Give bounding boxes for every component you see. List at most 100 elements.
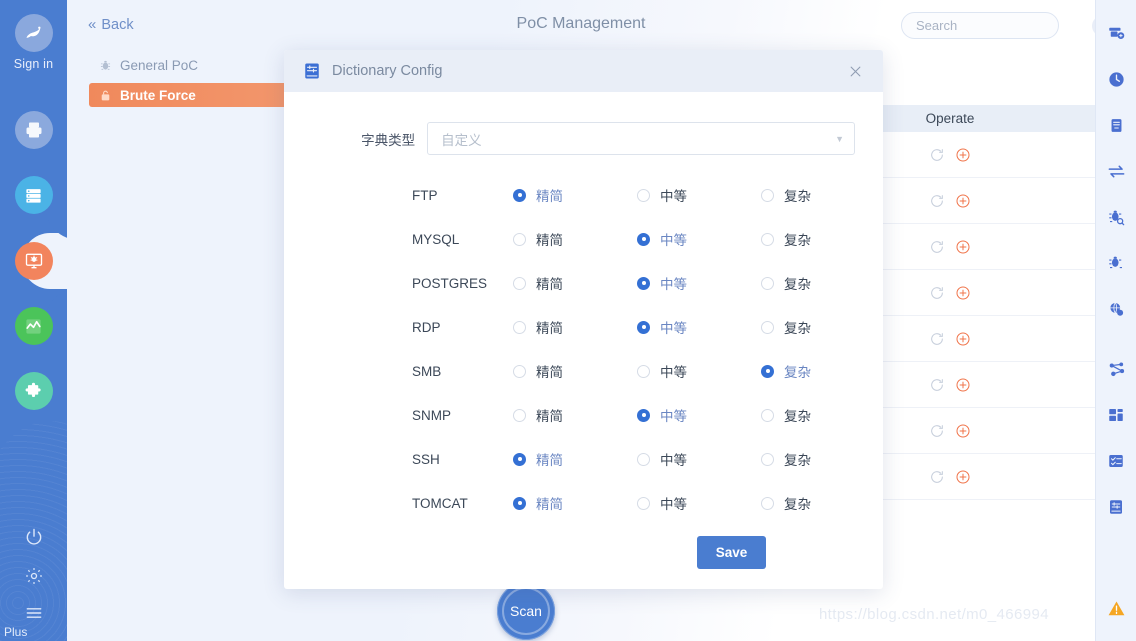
radio-mysql-1[interactable]: 中等 bbox=[637, 229, 761, 249]
radio-snmp-1[interactable]: 中等 bbox=[637, 405, 761, 425]
vulnerability-scan-icon[interactable] bbox=[15, 242, 53, 280]
radio-label: 精简 bbox=[536, 493, 563, 513]
add-icon[interactable] bbox=[955, 147, 971, 163]
dialog-title: Dictionary Config bbox=[332, 63, 442, 79]
refresh-icon[interactable] bbox=[929, 285, 945, 301]
radio-postgres-0[interactable]: 精简 bbox=[513, 273, 637, 293]
task-list-icon[interactable] bbox=[1096, 438, 1136, 484]
bug-scan-icon[interactable] bbox=[1096, 240, 1136, 286]
add-icon[interactable] bbox=[955, 193, 971, 209]
topology-icon[interactable] bbox=[1096, 346, 1136, 392]
sidebar-item-printer[interactable] bbox=[0, 111, 67, 149]
radio-label: 精简 bbox=[536, 273, 563, 293]
monitor-chart-icon[interactable] bbox=[15, 307, 53, 345]
sidebar-item-vuln-scan[interactable] bbox=[0, 242, 67, 280]
server-icon[interactable] bbox=[1096, 102, 1136, 148]
radio-ftp-2[interactable]: 复杂 bbox=[761, 185, 885, 205]
plus-label: Plus bbox=[4, 625, 27, 639]
add-icon[interactable] bbox=[955, 377, 971, 393]
add-icon[interactable] bbox=[955, 239, 971, 255]
radio-label: 中等 bbox=[660, 317, 687, 337]
radio-dot-icon bbox=[761, 189, 774, 202]
radio-smb-1[interactable]: 中等 bbox=[637, 361, 761, 381]
protocol-radio-rows: FTP精简中等复杂MYSQL精简中等复杂POSTGRES精简中等复杂RDP精简中… bbox=[284, 173, 883, 525]
right-toolbar bbox=[1095, 0, 1136, 641]
radio-smb-0[interactable]: 精简 bbox=[513, 361, 637, 381]
add-asset-icon[interactable] bbox=[1096, 10, 1136, 56]
radio-label: 中等 bbox=[660, 273, 687, 293]
sidebar-item-plugin[interactable] bbox=[0, 372, 67, 410]
protocol-row: FTP精简中等复杂 bbox=[284, 173, 883, 217]
radio-label: 精简 bbox=[536, 317, 563, 337]
dict-type-label: 字典类型 bbox=[284, 129, 427, 149]
radio-postgres-1[interactable]: 中等 bbox=[637, 273, 761, 293]
radio-dot-icon bbox=[513, 233, 526, 246]
sidebar-item-signin[interactable]: Sign in bbox=[0, 14, 67, 71]
radio-dot-icon bbox=[513, 365, 526, 378]
radio-ssh-1[interactable]: 中等 bbox=[637, 449, 761, 469]
protocol-name: SMB bbox=[412, 364, 513, 379]
dashboard-grid-icon[interactable] bbox=[1096, 392, 1136, 438]
radio-smb-2[interactable]: 复杂 bbox=[761, 361, 885, 381]
refresh-icon[interactable] bbox=[929, 331, 945, 347]
radio-rdp-1[interactable]: 中等 bbox=[637, 317, 761, 337]
dictionary-config-icon[interactable] bbox=[1096, 484, 1136, 530]
bug-search-icon[interactable] bbox=[1096, 194, 1136, 240]
database-icon[interactable] bbox=[15, 176, 53, 214]
dict-type-select[interactable]: 自定义 ▼ bbox=[427, 122, 855, 155]
radio-snmp-0[interactable]: 精简 bbox=[513, 405, 637, 425]
radio-ssh-0[interactable]: 精简 bbox=[513, 449, 637, 469]
radio-dot-icon bbox=[761, 409, 774, 422]
radio-tomcat-0[interactable]: 精简 bbox=[513, 493, 637, 513]
radio-label: 中等 bbox=[660, 405, 687, 425]
puzzle-plugin-icon[interactable] bbox=[15, 372, 53, 410]
clock-icon[interactable] bbox=[1096, 56, 1136, 102]
refresh-icon[interactable] bbox=[929, 193, 945, 209]
add-icon[interactable] bbox=[955, 423, 971, 439]
protocol-name: FTP bbox=[412, 188, 513, 203]
add-icon[interactable] bbox=[955, 331, 971, 347]
radio-dot-icon bbox=[513, 409, 526, 422]
refresh-icon[interactable] bbox=[929, 147, 945, 163]
account-avatar-icon[interactable] bbox=[15, 14, 53, 52]
gear-icon[interactable] bbox=[0, 566, 67, 586]
radio-mysql-2[interactable]: 复杂 bbox=[761, 229, 885, 249]
refresh-icon[interactable] bbox=[929, 239, 945, 255]
radio-postgres-2[interactable]: 复杂 bbox=[761, 273, 885, 293]
search-input[interactable] bbox=[916, 18, 1092, 33]
radio-snmp-2[interactable]: 复杂 bbox=[761, 405, 885, 425]
radio-ftp-1[interactable]: 中等 bbox=[637, 185, 761, 205]
radio-label: 复杂 bbox=[784, 273, 811, 293]
scan-button[interactable]: Scan bbox=[497, 582, 555, 640]
save-button[interactable]: Save bbox=[697, 536, 766, 569]
bug-icon bbox=[99, 59, 112, 72]
refresh-icon[interactable] bbox=[929, 377, 945, 393]
sidebar-item-database[interactable] bbox=[0, 176, 67, 214]
add-icon[interactable] bbox=[955, 285, 971, 301]
printer-icon[interactable] bbox=[15, 111, 53, 149]
radio-tomcat-2[interactable]: 复杂 bbox=[761, 493, 885, 513]
radio-rdp-2[interactable]: 复杂 bbox=[761, 317, 885, 337]
radio-label: 精简 bbox=[536, 449, 563, 469]
search-box[interactable] bbox=[901, 12, 1059, 39]
radio-tomcat-1[interactable]: 中等 bbox=[637, 493, 761, 513]
add-icon[interactable] bbox=[955, 469, 971, 485]
power-icon[interactable] bbox=[0, 527, 67, 547]
radio-ftp-0[interactable]: 精简 bbox=[513, 185, 637, 205]
radio-label: 精简 bbox=[536, 405, 563, 425]
radio-rdp-0[interactable]: 精简 bbox=[513, 317, 637, 337]
refresh-icon[interactable] bbox=[929, 469, 945, 485]
radio-mysql-0[interactable]: 精简 bbox=[513, 229, 637, 249]
refresh-icon[interactable] bbox=[929, 423, 945, 439]
transfer-icon[interactable] bbox=[1096, 148, 1136, 194]
sidebar-item-monitor[interactable] bbox=[0, 307, 67, 345]
warning-icon[interactable] bbox=[1096, 585, 1136, 631]
app-root: Sign in bbox=[0, 0, 1136, 641]
menu-icon[interactable] bbox=[0, 603, 67, 623]
web-vuln-icon[interactable] bbox=[1096, 286, 1136, 332]
chevron-down-icon: ▼ bbox=[835, 134, 844, 144]
radio-ssh-2[interactable]: 复杂 bbox=[761, 449, 885, 469]
dict-type-value: 自定义 bbox=[441, 129, 482, 149]
nav-label: General PoC bbox=[120, 58, 198, 73]
close-icon[interactable] bbox=[844, 60, 867, 83]
